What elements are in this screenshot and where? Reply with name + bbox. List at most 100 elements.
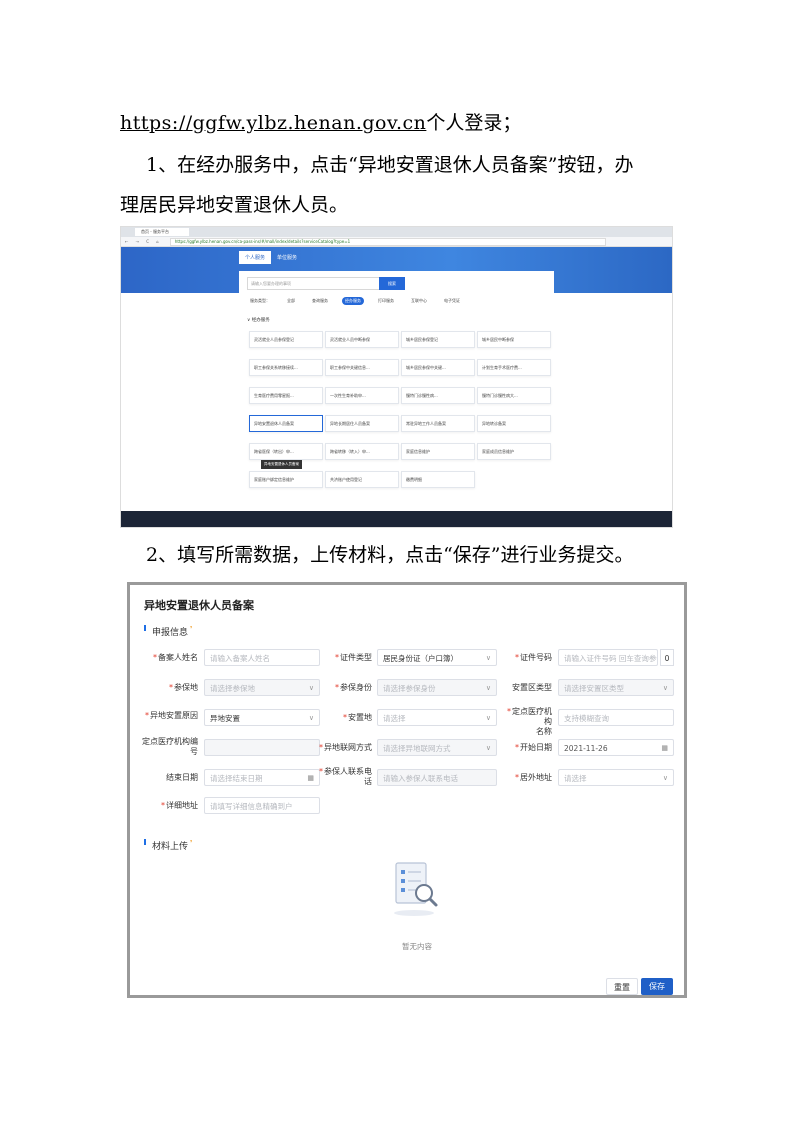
idno-counter: 0: [660, 649, 674, 666]
chevron-down-icon: ∨: [485, 714, 491, 722]
menu-item[interactable]: 互联中心: [408, 297, 430, 305]
service-card[interactable]: 常驻异地工作人员备案: [401, 415, 475, 432]
search-button[interactable]: 搜索: [379, 277, 405, 290]
menu-item[interactable]: 查询服务: [309, 297, 331, 305]
service-search-input[interactable]: 请输入您要办理的事项: [247, 277, 382, 290]
chevron-down-icon: ∨: [662, 684, 668, 692]
calendar-icon: ▦: [307, 774, 314, 782]
service-card[interactable]: 跨省医保（转出）申...: [249, 443, 323, 460]
step1-line1: 1、在经办服务中，点击“异地安置退休人员备案”按钮，办: [146, 154, 634, 176]
hospcode-input[interactable]: [204, 739, 320, 756]
chevron-down-icon: ∨: [485, 684, 491, 692]
insplace-select[interactable]: 请选择参保地 ∨: [204, 679, 320, 696]
chevron-down-icon: ∨: [308, 714, 314, 722]
idno-label: *证件号码: [515, 653, 552, 662]
reset-button[interactable]: 重置: [606, 978, 638, 995]
abroad-label: *居外地址: [515, 773, 552, 782]
screenshot-filing-form: 异地安置退休人员备案 申报信息 ❜ *备案人姓名 请输入备案人姓名 *证件类型 居…: [127, 582, 687, 998]
service-card[interactable]: 异地长期居住人员备案: [325, 415, 399, 432]
name-input[interactable]: 请输入备案人姓名: [204, 649, 320, 666]
service-card[interactable]: 缴费明细: [401, 471, 475, 488]
service-card[interactable]: 家庭信息维护: [401, 443, 475, 460]
tab-personal-service[interactable]: 个人服务: [239, 251, 272, 264]
service-card[interactable]: 家庭账户绑定信息维护: [249, 471, 323, 488]
chevron-down-icon: ∨: [662, 774, 668, 782]
screenshot-service-portal: 首页 - 服务平台 ← → C ⌂ https://ggfw.ylbz.hena…: [120, 226, 673, 528]
menu-item[interactable]: 经办服务: [342, 297, 364, 305]
phone-label: *参保人联系电话: [319, 767, 372, 786]
save-button[interactable]: 保存: [641, 978, 673, 995]
hosp-label: *定点医疗机构 名称: [507, 707, 552, 736]
reason-select[interactable]: 异地安置 ∨: [204, 709, 320, 726]
end-label: 结束日期: [166, 773, 198, 782]
service-card[interactable]: 生育医疗费用零星报...: [249, 387, 323, 404]
step1-line2: 理居民异地安置退休人员。: [120, 194, 349, 216]
paragraph-login: https://ggfw.ylbz.henan.gov.cn个人登录；: [120, 108, 521, 135]
net-select[interactable]: 请选择异地联网方式 ∨: [377, 739, 497, 756]
login-url-link[interactable]: https://ggfw.ylbz.henan.gov.cn: [120, 112, 426, 134]
addr-label: *详细地址: [161, 801, 198, 810]
service-card[interactable]: 职工参保中关键信息...: [325, 359, 399, 376]
service-card[interactable]: 慢特门诊慢性病大...: [477, 387, 551, 404]
service-card[interactable]: 共济账户使用登记: [325, 471, 399, 488]
form-title: 异地安置退休人员备案: [144, 599, 254, 612]
place-select[interactable]: 请选择 ∨: [377, 709, 497, 726]
section-title-services: ∨ 经办服务: [247, 318, 270, 323]
empty-document-icon: [394, 862, 438, 916]
service-card[interactable]: 慢特门诊慢性病...: [401, 387, 475, 404]
service-card[interactable]: 职工参保关系转移接续...: [249, 359, 323, 376]
service-card[interactable]: 计划生育手术医疗费...: [477, 359, 551, 376]
net-label: *异地联网方式: [319, 743, 372, 752]
step2-text: 2、填写所需数据，上传材料，点击“保存”进行业务提交。: [146, 544, 634, 566]
phone-input[interactable]: 请输入参保人联系电话: [377, 769, 497, 786]
idtype-select[interactable]: 居民身份证（户口簿） ∨: [377, 649, 497, 666]
service-card[interactable]: 异地转诊备案: [477, 415, 551, 432]
service-card[interactable]: 一次性生育补助申...: [325, 387, 399, 404]
menu-item[interactable]: 全部: [284, 297, 298, 305]
hospcode-label: 定点医疗机构编号: [142, 737, 198, 756]
browser-tabbar: 首页 - 服务平台: [121, 227, 672, 237]
url-field[interactable]: https://ggfw.ylbz.henan.gov.cn/ca-pass-i…: [169, 237, 606, 246]
start-date-input[interactable]: 2021-11-26 ▦: [558, 739, 674, 756]
place-label: *安置地: [343, 713, 372, 722]
browser-tab[interactable]: 首页 - 服务平台: [135, 228, 189, 236]
service-card[interactable]: 城乡居民中断参保: [477, 331, 551, 348]
browser-address-bar: ← → C ⌂ https://ggfw.ylbz.henan.gov.cn/c…: [121, 237, 672, 247]
service-card[interactable]: 城乡居民参保中关键...: [401, 359, 475, 376]
service-type-menu: 服务类型： 全部 查询服务 经办服务 打印服务 互联中心 电子凭证: [247, 297, 474, 305]
service-card[interactable]: 异地安置退休人员备案: [249, 415, 323, 432]
section-material-upload: 材料上传 ❜: [144, 839, 192, 852]
menu-item[interactable]: 打印服务: [375, 297, 397, 305]
browser-nav-icons[interactable]: ← → C ⌂: [125, 239, 162, 244]
chevron-down-icon: ∨: [485, 744, 491, 752]
reason-label: *异地安置原因: [145, 711, 198, 720]
service-card[interactable]: 家庭成员信息维护: [477, 443, 551, 460]
section-apply-info: 申报信息 ❜: [144, 625, 192, 638]
idtype-label: *证件类型: [335, 653, 372, 662]
service-card[interactable]: 城乡居民参保登记: [401, 331, 475, 348]
zone-select[interactable]: 请选择安置区类型 ∨: [558, 679, 674, 696]
abroad-select[interactable]: 请选择 ∨: [558, 769, 674, 786]
tab-unit-service[interactable]: 单位服务: [271, 251, 303, 264]
calendar-icon: ▦: [661, 744, 668, 752]
empty-text: 暂无内容: [402, 942, 432, 951]
login-suffix: 个人登录；: [426, 112, 522, 134]
idno-input[interactable]: 请输入证件号码 回车查询参保人: [558, 649, 658, 666]
insid-select[interactable]: 请选择参保身份 ∨: [377, 679, 497, 696]
chevron-down-icon: ∨: [308, 684, 314, 692]
addr-input[interactable]: 请填写详细信息精确到户: [204, 797, 320, 814]
hosp-input[interactable]: 支持模糊查询: [558, 709, 674, 726]
name-label: *备案人姓名: [153, 653, 198, 662]
zone-label: 安置区类型: [512, 683, 552, 692]
service-panel: 请输入您要办理的事项 搜索 服务类型： 全部 查询服务 经办服务 打印服务 互联中心 电子凭…: [239, 271, 554, 511]
end-date-input[interactable]: 请选择结束日期 ▦: [204, 769, 320, 786]
menu-item[interactable]: 服务类型：: [247, 297, 273, 305]
menu-item[interactable]: 电子凭证: [441, 297, 463, 305]
service-card[interactable]: 灵活就业人员参保登记: [249, 331, 323, 348]
start-label: *开始日期: [515, 743, 552, 752]
taskbar: [121, 511, 672, 527]
service-card[interactable]: 灵活就业人员中断参保: [325, 331, 399, 348]
service-card[interactable]: 跨省转移（转入）申...: [325, 443, 399, 460]
chevron-down-icon: ∨: [485, 654, 491, 662]
tooltip: 异地安置退休人员备案: [261, 460, 302, 469]
